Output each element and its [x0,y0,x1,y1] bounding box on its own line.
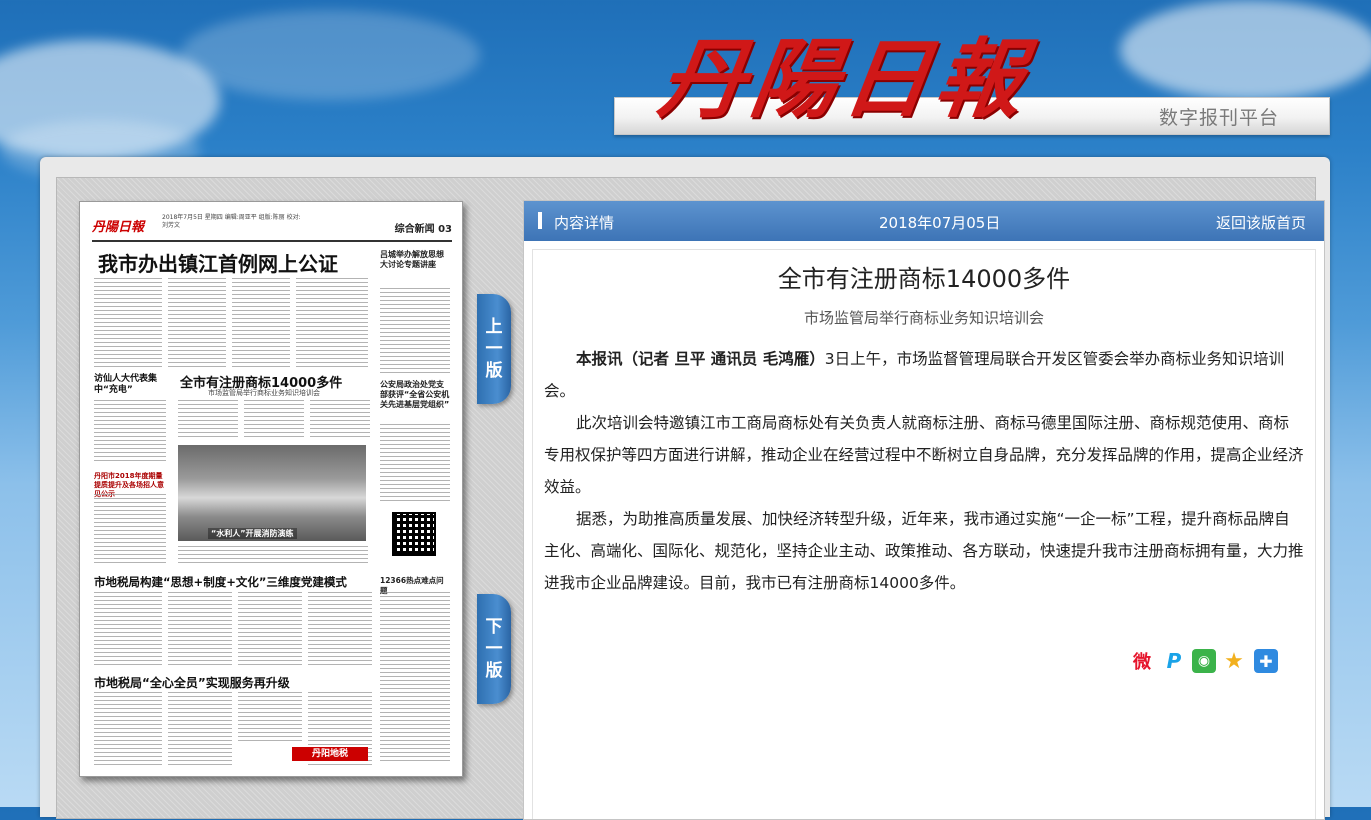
inner-panel: 丹陽日報 2018年7月5日 星期四 编辑:周亚平 组版:陈丽 校对:刘芳文 综… [56,177,1325,820]
text-block [94,400,166,464]
content-panel: 内容详情 2018年07月05日 返回该版首页 全市有注册商标14000多件 市… [523,200,1325,820]
article-hotspot-left[interactable]: 访仙人大代表集中“充电” [94,374,164,396]
prev-label-char: 上 [485,317,503,337]
page-header: 丹陽日報 2018年7月5日 星期四 编辑:周亚平 组版:陈丽 校对:刘芳文 综… [92,210,452,242]
text-block [244,400,304,440]
newspaper-logo: 丹陽日報 [652,29,1036,130]
wechat-share-icon[interactable]: ◉ [1192,649,1216,673]
content-header-bar: 内容详情 2018年07月05日 返回该版首页 [524,201,1324,241]
text-block [178,546,368,566]
text-block [168,692,232,768]
qzone-share-icon[interactable]: ★ [1222,649,1246,674]
newspaper-page-thumbnail[interactable]: 丹陽日報 2018年7月5日 星期四 编辑:周亚平 组版:陈丽 校对:刘芳文 综… [79,201,463,777]
prev-label-char: 版 [485,361,503,381]
text-block [94,692,162,768]
article-title: 全市有注册商标14000多件 [777,265,1071,293]
text-block [310,400,370,440]
article-subtitle: 市场监管局举行商标业务知识培训会 [803,309,1044,327]
article-paragraph: 据悉，为助推高质量发展、加快经济转型升级，近年来，我市通过实施“一企一标”工程，… [544,510,1304,592]
article-hotspot-headline[interactable]: 我市办出镇江首例网上公证 [98,248,338,277]
text-block [238,592,302,668]
next-page-button[interactable]: 下 一 版 [477,594,511,704]
text-block [232,278,290,368]
prev-page-button[interactable]: 上 一 版 [477,294,511,404]
text-block [94,592,162,668]
text-block [380,424,450,504]
text-block [168,278,226,368]
text-block [380,592,450,762]
next-label-char: 下 [485,617,503,637]
cloud-decoration [180,10,480,100]
text-block [308,592,372,668]
bar-marker-icon [538,212,542,229]
article-paragraph: 此次培训会特邀镇江市工商局商标处有关负责人就商标注册、商标马德里国际注册、商标规… [544,414,1304,496]
text-block [94,494,166,564]
text-block [380,288,450,374]
text-block [94,278,162,368]
article-hotspot-tax1[interactable]: 市地税局构建“思想+制度+文化”三维度党建模式 [94,574,347,590]
text-block [296,278,368,368]
article-byline: 本报讯（记者 旦平 通讯员 毛鸿雁） [576,350,825,368]
qr-code [392,512,436,556]
tencent-weibo-share-icon[interactable]: P [1162,649,1186,673]
text-block [238,692,302,744]
back-to-page-link[interactable]: 返回该版首页 [1216,212,1306,233]
article-hotspot-subhead: 市场监管局举行商标业务知识培训会 [208,389,320,397]
page-section-label: 综合新闻 03 [394,224,452,235]
article-paragraph: 本报讯（记者 旦平 通讯员 毛鸿雁）3日上午，市场监督管理局联合开发区管委会举办… [544,343,1304,407]
news-photo [178,445,366,541]
page-header-logo: 丹陽日報 [92,220,145,235]
issue-date: 2018年07月05日 [879,214,1001,232]
ad-banner: 丹阳地税 [292,747,368,761]
weibo-share-icon[interactable]: 微 [1130,649,1154,673]
article-body: 本报讯（记者 旦平 通讯员 毛鸿雁）3日上午，市场监督管理局联合开发区管委会举办… [544,343,1304,599]
content-label: 内容详情 [554,214,615,232]
platform-title: 数字报刊平台 [1158,107,1279,129]
text-block [178,400,238,440]
text-block [168,592,232,668]
page-header-meta: 2018年7月5日 星期四 编辑:周亚平 组版:陈丽 校对:刘芳文 [162,214,301,229]
cloud-decoration [1120,0,1371,100]
main-panel: 丹陽日報 2018年7月5日 星期四 编辑:周亚平 组版:陈丽 校对:刘芳文 综… [40,157,1330,820]
article-hotspot-side[interactable]: 吕城举办解放思想大讨论专题讲座 [380,250,450,270]
article-hotspot-tax2[interactable]: 市地税局“全心全员”实现服务再升级 [94,674,290,691]
next-label-char: 一 [485,639,503,659]
article-hotspot-side2[interactable]: 公安局政治处党支部获评“全省公安机关先进基层党组织” [380,380,450,410]
photo-caption: “水利人”开展消防演练 [208,528,297,539]
next-label-char: 版 [485,661,503,681]
more-share-icon[interactable]: ✚ [1254,649,1278,673]
prev-label-char: 一 [485,339,503,359]
